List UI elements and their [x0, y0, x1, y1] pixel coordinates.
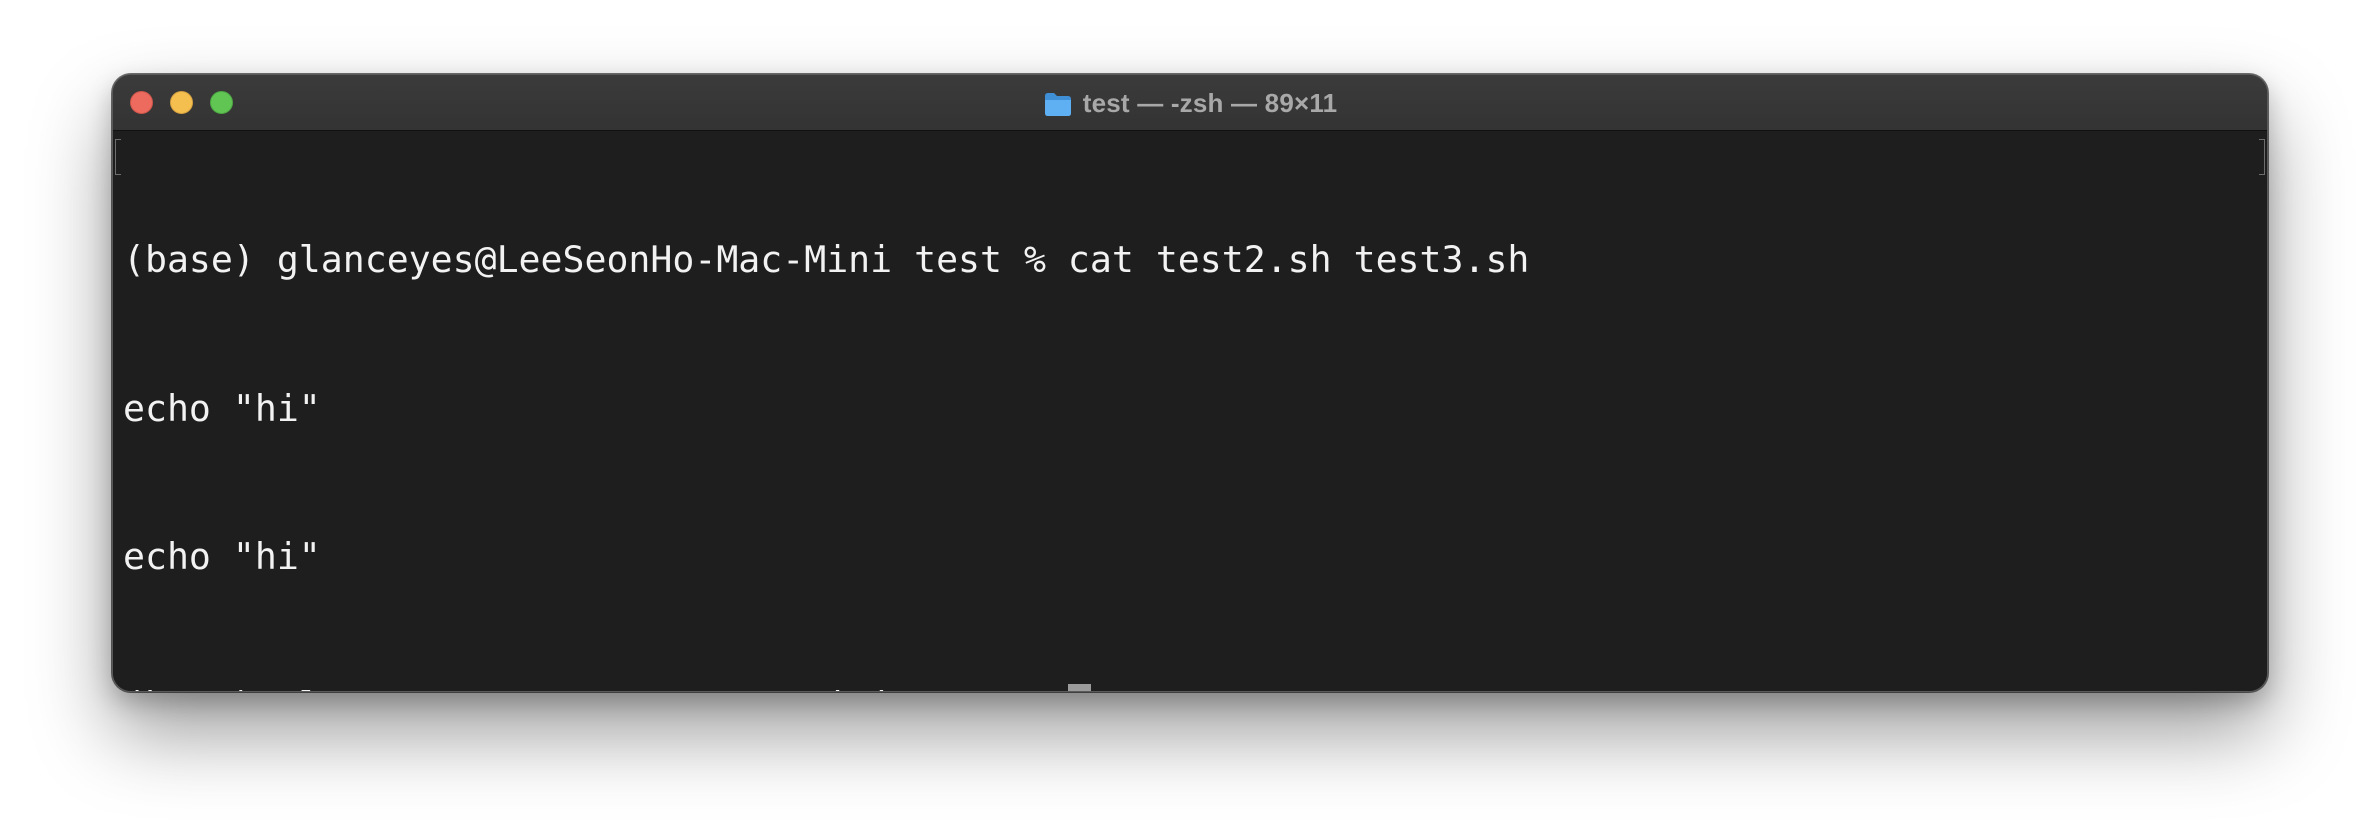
terminal-line: (base) glanceyes@LeeSeonHo-Mac-Mini test… [123, 238, 1530, 281]
terminal-window: test — -zsh — 89×11 (base) glanceyes@Lee… [112, 74, 2268, 692]
window-title-text: test — -zsh — 89×11 [1082, 87, 1338, 118]
shell-prompt: (base) glanceyes@LeeSeonHo-Mac-Mini test… [123, 681, 1046, 692]
terminal-content[interactable]: (base) glanceyes@LeeSeonHo-Mac-Mini test… [113, 131, 2267, 691]
folder-icon [1043, 91, 1073, 117]
title-bar[interactable]: test — -zsh — 89×11 [113, 75, 2267, 131]
prompt-line[interactable]: (base) glanceyes@LeeSeonHo-Mac-Mini test… [123, 681, 1529, 692]
mark-bracket-left [115, 139, 121, 175]
window-title: test — -zsh — 89×11 [113, 75, 2267, 131]
terminal-output: (base) glanceyes@LeeSeonHo-Mac-Mini test… [123, 136, 1530, 692]
terminal-line: echo "hi" [123, 386, 321, 430]
terminal-line: echo "hi" [123, 535, 321, 578]
mark-bracket-right [2259, 139, 2265, 175]
text-cursor [1067, 684, 1091, 691]
